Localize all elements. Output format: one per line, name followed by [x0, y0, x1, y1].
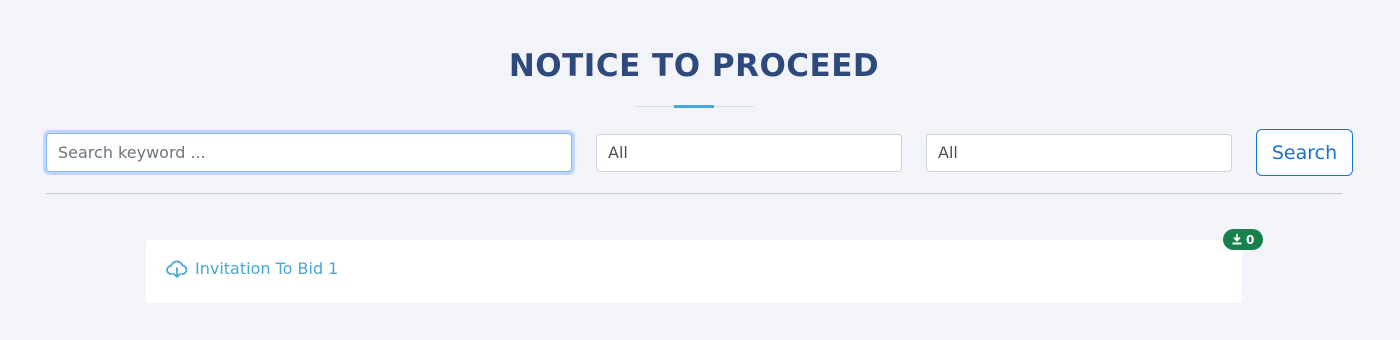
search-input[interactable] — [46, 133, 572, 172]
page: NOTICE TO PROCEED All All Search Invitat… — [0, 0, 1400, 340]
document-title: Invitation To Bid 1 — [195, 259, 339, 278]
filter-select-2[interactable]: All — [926, 134, 1232, 172]
filter-select-1[interactable]: All — [596, 134, 902, 172]
divider — [46, 193, 1342, 194]
download-count: 0 — [1246, 232, 1255, 247]
download-count-badge: 0 — [1223, 229, 1264, 250]
search-button[interactable]: Search — [1256, 129, 1353, 176]
download-icon — [1232, 234, 1242, 245]
page-title: NOTICE TO PROCEED — [508, 48, 880, 84]
cloud-download-icon — [166, 260, 188, 278]
document-link[interactable]: Invitation To Bid 1 — [166, 259, 338, 278]
document-card: Invitation To Bid 1 — [146, 240, 1242, 303]
title-underline-accent — [674, 105, 714, 108]
